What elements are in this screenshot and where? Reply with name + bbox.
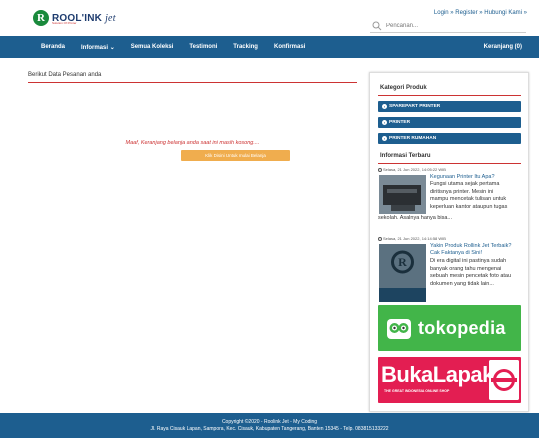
start-shopping-button[interactable]: Klik Disini Untuk mulai Belanja [181, 150, 290, 161]
main-content: Berikut Data Pesanan anda Maaf, Keranjan… [28, 72, 357, 161]
post-date: Selasa, 21 Jun 2022, 14:14:58 WIB [378, 236, 523, 241]
post-excerpt-continued: sekolah. Asalnya hanya bisa... [378, 215, 452, 221]
svg-text:R: R [398, 255, 407, 269]
category-printer[interactable]: › PRINTER [378, 117, 521, 128]
category-label: SPAREPART PRINTER [389, 104, 441, 109]
arrow-right-icon: › [382, 104, 387, 109]
category-divider [378, 95, 521, 96]
logo-mark: R [33, 10, 49, 26]
search-box [370, 19, 526, 33]
news-divider [378, 163, 521, 164]
arrow-right-icon: › [382, 120, 387, 125]
nav-item-konfirmasi[interactable]: Konfirmasi [274, 44, 305, 51]
nav-item-semua-koleksi[interactable]: Semua Koleksi [131, 44, 174, 51]
post-thumbnail[interactable]: R [379, 244, 426, 302]
nav-item-testimoni[interactable]: Testimoni [189, 44, 217, 51]
nav-item-informasi[interactable]: Informasi ⌄ [81, 44, 115, 51]
sidebar: Kategori Produk › SPAREPART PRINTER › PR… [369, 72, 529, 412]
logo-tagline: Solution Of Printer [52, 21, 77, 25]
news-heading: Informasi Terbaru [380, 153, 431, 159]
top-links: Login » Register » Hubungi Kami » [433, 10, 527, 16]
empty-cart-message: Maaf, Keranjang belanja anda saat ini ma… [125, 140, 260, 146]
main-navbar: Beranda Informasi ⌄ Semua Koleksi Testim… [0, 36, 539, 58]
search-icon[interactable] [372, 21, 382, 31]
site-header: R ROOL'INK jet Solution Of Printer Login… [0, 0, 539, 36]
tokopedia-label: tokopedia [418, 317, 506, 338]
category-label: PRINTER RUMAHAN [389, 136, 437, 141]
login-link[interactable]: Login [434, 10, 449, 16]
clock-icon [378, 236, 382, 241]
clock-icon [378, 167, 382, 172]
category-printer-rumahan[interactable]: › PRINTER RUMAHAN [378, 133, 521, 144]
nav-item-tracking[interactable]: Tracking [233, 44, 258, 51]
search-input[interactable] [386, 22, 516, 29]
post-excerpt: Fungsi utama sejak pertama diritisnya pr… [430, 181, 508, 210]
post-title[interactable]: Yakin Produk Rollink Jet Terbaik? Cak Fa… [430, 243, 511, 257]
bukalapak-banner[interactable]: BukaLapak THE GREAT INDONESIA ONLINE SHO… [378, 357, 521, 403]
category-label: PRINTER [389, 120, 411, 125]
footer-address: Jl. Raya Cisauk Lapan, Sampora, Kec. Cis… [150, 426, 389, 432]
bukalapak-tagline: THE GREAT INDONESIA ONLINE SHOP [384, 389, 450, 393]
nav-item-beranda[interactable]: Beranda [41, 44, 65, 51]
post-date: Selasa, 21 Jun 2022, 14:05:22 WIB [378, 167, 523, 172]
footer-copyright: Copyright ©2020 - Roolink Jet - My Codin… [221, 419, 318, 425]
register-link[interactable]: Register [455, 10, 477, 16]
logo-suffix: jet [105, 12, 116, 24]
site-footer: Copyright ©2020 - Roolink Jet - My Codin… [0, 413, 539, 438]
category-sparepart-printer[interactable]: › SPAREPART PRINTER [378, 101, 521, 112]
nav-menu: Beranda Informasi ⌄ Semua Koleksi Testim… [41, 44, 321, 51]
post-title[interactable]: Kegunaan Printer Itu Apa? [430, 174, 495, 181]
news-post: Selasa, 21 Jun 2022, 14:05:22 WIB Keguna… [378, 167, 523, 227]
post-excerpt: Di era digital ini pastinya sudah banyak… [430, 258, 512, 287]
news-post: Selasa, 21 Jun 2022, 14:14:58 WIB R Yaki… [378, 236, 523, 302]
contact-link[interactable]: Hubungi Kami [484, 10, 522, 16]
category-heading: Kategori Produk [380, 85, 427, 91]
post-thumbnail[interactable] [379, 175, 426, 214]
bukalapak-label: BukaLapak [381, 362, 494, 387]
page-title: Berikut Data Pesanan anda [28, 72, 357, 83]
bukalapak-badge-icon [489, 360, 519, 400]
cart-link[interactable]: Keranjang (0) [484, 44, 522, 50]
tokopedia-banner[interactable]: tokopedia [378, 305, 521, 351]
arrow-right-icon: › [382, 136, 387, 141]
tokopedia-owl-icon [387, 319, 411, 339]
